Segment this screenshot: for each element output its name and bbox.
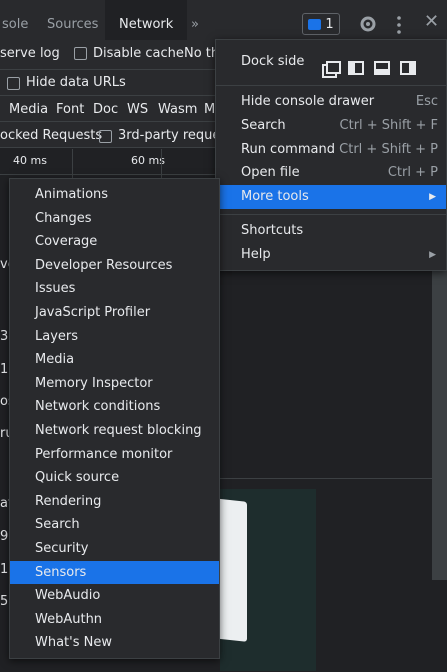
menu-item-label: Search: [241, 118, 286, 133]
submenu-item-animations[interactable]: Animations: [10, 183, 219, 207]
menu-item-open-file[interactable]: Open file Ctrl + P: [216, 161, 446, 185]
dock-bottom-icon[interactable]: [374, 61, 390, 75]
menu-item-label: Help: [241, 247, 271, 262]
submenu-item-layers[interactable]: Layers: [10, 325, 219, 349]
more-options-icon[interactable]: [394, 15, 404, 35]
disable-cache-label[interactable]: Disable cache: [93, 46, 184, 61]
submenu-item-network-request-blocking[interactable]: Network request blocking: [10, 419, 219, 443]
dock-left-icon[interactable]: [348, 61, 364, 75]
submenu-item-security[interactable]: Security: [10, 537, 219, 561]
timeline-gridline: [72, 149, 73, 179]
preserve-log-label[interactable]: serve log: [0, 46, 60, 61]
timeline-gridline: [161, 149, 162, 179]
third-party-label[interactable]: 3rd-party reques: [118, 128, 227, 143]
submenu-item-search[interactable]: Search: [10, 513, 219, 537]
menu-item-label: Open file: [241, 165, 300, 180]
more-tools-submenu: Animations Changes Coverage Developer Re…: [9, 178, 220, 659]
hide-data-urls-checkbox[interactable]: [7, 77, 20, 90]
menu-item-shortcut: Esc: [415, 94, 438, 109]
submenu-item-quick-source[interactable]: Quick source: [10, 466, 219, 490]
submenu-item-javascript-profiler[interactable]: JavaScript Profiler: [10, 301, 219, 325]
menu-item-run-command[interactable]: Run command Ctrl + Shift + P: [216, 138, 446, 162]
menu-item-help[interactable]: Help ▶: [216, 243, 446, 267]
submenu-item-developer-resources[interactable]: Developer Resources: [10, 254, 219, 278]
submenu-item-media[interactable]: Media: [10, 348, 219, 372]
close-icon[interactable]: ✕: [424, 11, 444, 35]
hide-data-urls-label[interactable]: Hide data URLs: [26, 75, 126, 90]
submenu-item-webaudio[interactable]: WebAudio: [10, 584, 219, 608]
submenu-item-rendering[interactable]: Rendering: [10, 490, 219, 514]
menu-item-shortcut: Ctrl + Shift + F: [339, 118, 438, 133]
submenu-item-issues[interactable]: Issues: [10, 277, 219, 301]
third-party-checkbox[interactable]: [99, 130, 112, 143]
dock-side-options: [322, 61, 416, 78]
throttling-select[interactable]: No th: [184, 46, 219, 61]
filter-wasm[interactable]: Wasm: [158, 102, 197, 117]
submenu-arrow-icon: ▶: [429, 250, 436, 260]
dock-side-row: Dock side: [216, 50, 446, 78]
submenu-item-performance-monitor[interactable]: Performance monitor: [10, 443, 219, 467]
scrollbar[interactable]: [432, 270, 447, 580]
filter-doc[interactable]: Doc: [93, 102, 118, 117]
filter-font[interactable]: Font: [56, 102, 84, 117]
menu-item-label: Shortcuts: [241, 223, 304, 238]
menu-separator: [216, 85, 446, 86]
disable-cache-checkbox[interactable]: [74, 47, 87, 60]
submenu-item-memory-inspector[interactable]: Memory Inspector: [10, 372, 219, 396]
menu-item-shortcut: Ctrl + P: [387, 165, 438, 180]
blocked-requests-label[interactable]: ocked Requests: [0, 128, 102, 143]
filter-ws[interactable]: WS: [127, 102, 148, 117]
submenu-item-changes[interactable]: Changes: [10, 207, 219, 231]
dock-right-icon[interactable]: [400, 61, 416, 75]
tab-network-label: Network: [119, 17, 174, 32]
submenu-arrow-icon: ▶: [429, 192, 436, 202]
timeline-tick-40: 40 ms: [13, 154, 47, 167]
menu-separator: [216, 214, 446, 215]
menu-item-label: More tools: [241, 189, 309, 204]
menu-item-more-tools[interactable]: More tools ▶: [216, 185, 446, 209]
chat-icon: [308, 18, 322, 30]
filter-manifest[interactable]: M: [204, 102, 215, 117]
menu-item-label: Hide console drawer: [241, 94, 375, 109]
menu-item-hide-console-drawer[interactable]: Hide console drawer Esc: [216, 90, 446, 114]
dock-side-label: Dock side: [241, 54, 305, 69]
settings-gear-icon[interactable]: [358, 14, 378, 34]
menu-item-shortcut: Ctrl + Shift + P: [339, 142, 438, 157]
filter-media[interactable]: Media: [9, 102, 48, 117]
submenu-item-coverage[interactable]: Coverage: [10, 230, 219, 254]
menu-item-shortcuts[interactable]: Shortcuts: [216, 219, 446, 243]
menu-item-label: Run command: [241, 142, 335, 157]
submenu-item-sensors[interactable]: Sensors: [10, 560, 219, 585]
submenu-item-whats-new[interactable]: What's New: [10, 631, 219, 655]
timeline-tick-60: 60 ms: [131, 154, 165, 167]
issues-badge[interactable]: 1: [302, 13, 340, 35]
menu-item-search[interactable]: Search Ctrl + Shift + F: [216, 114, 446, 138]
preview-divider: [220, 478, 432, 479]
undock-icon[interactable]: [322, 61, 341, 78]
customize-devtools-menu: Dock side Hide console drawer Esc Search…: [215, 39, 447, 271]
issues-count: 1: [325, 16, 334, 32]
submenu-item-network-conditions[interactable]: Network conditions: [10, 395, 219, 419]
submenu-item-webauthn[interactable]: WebAuthn: [10, 608, 219, 632]
